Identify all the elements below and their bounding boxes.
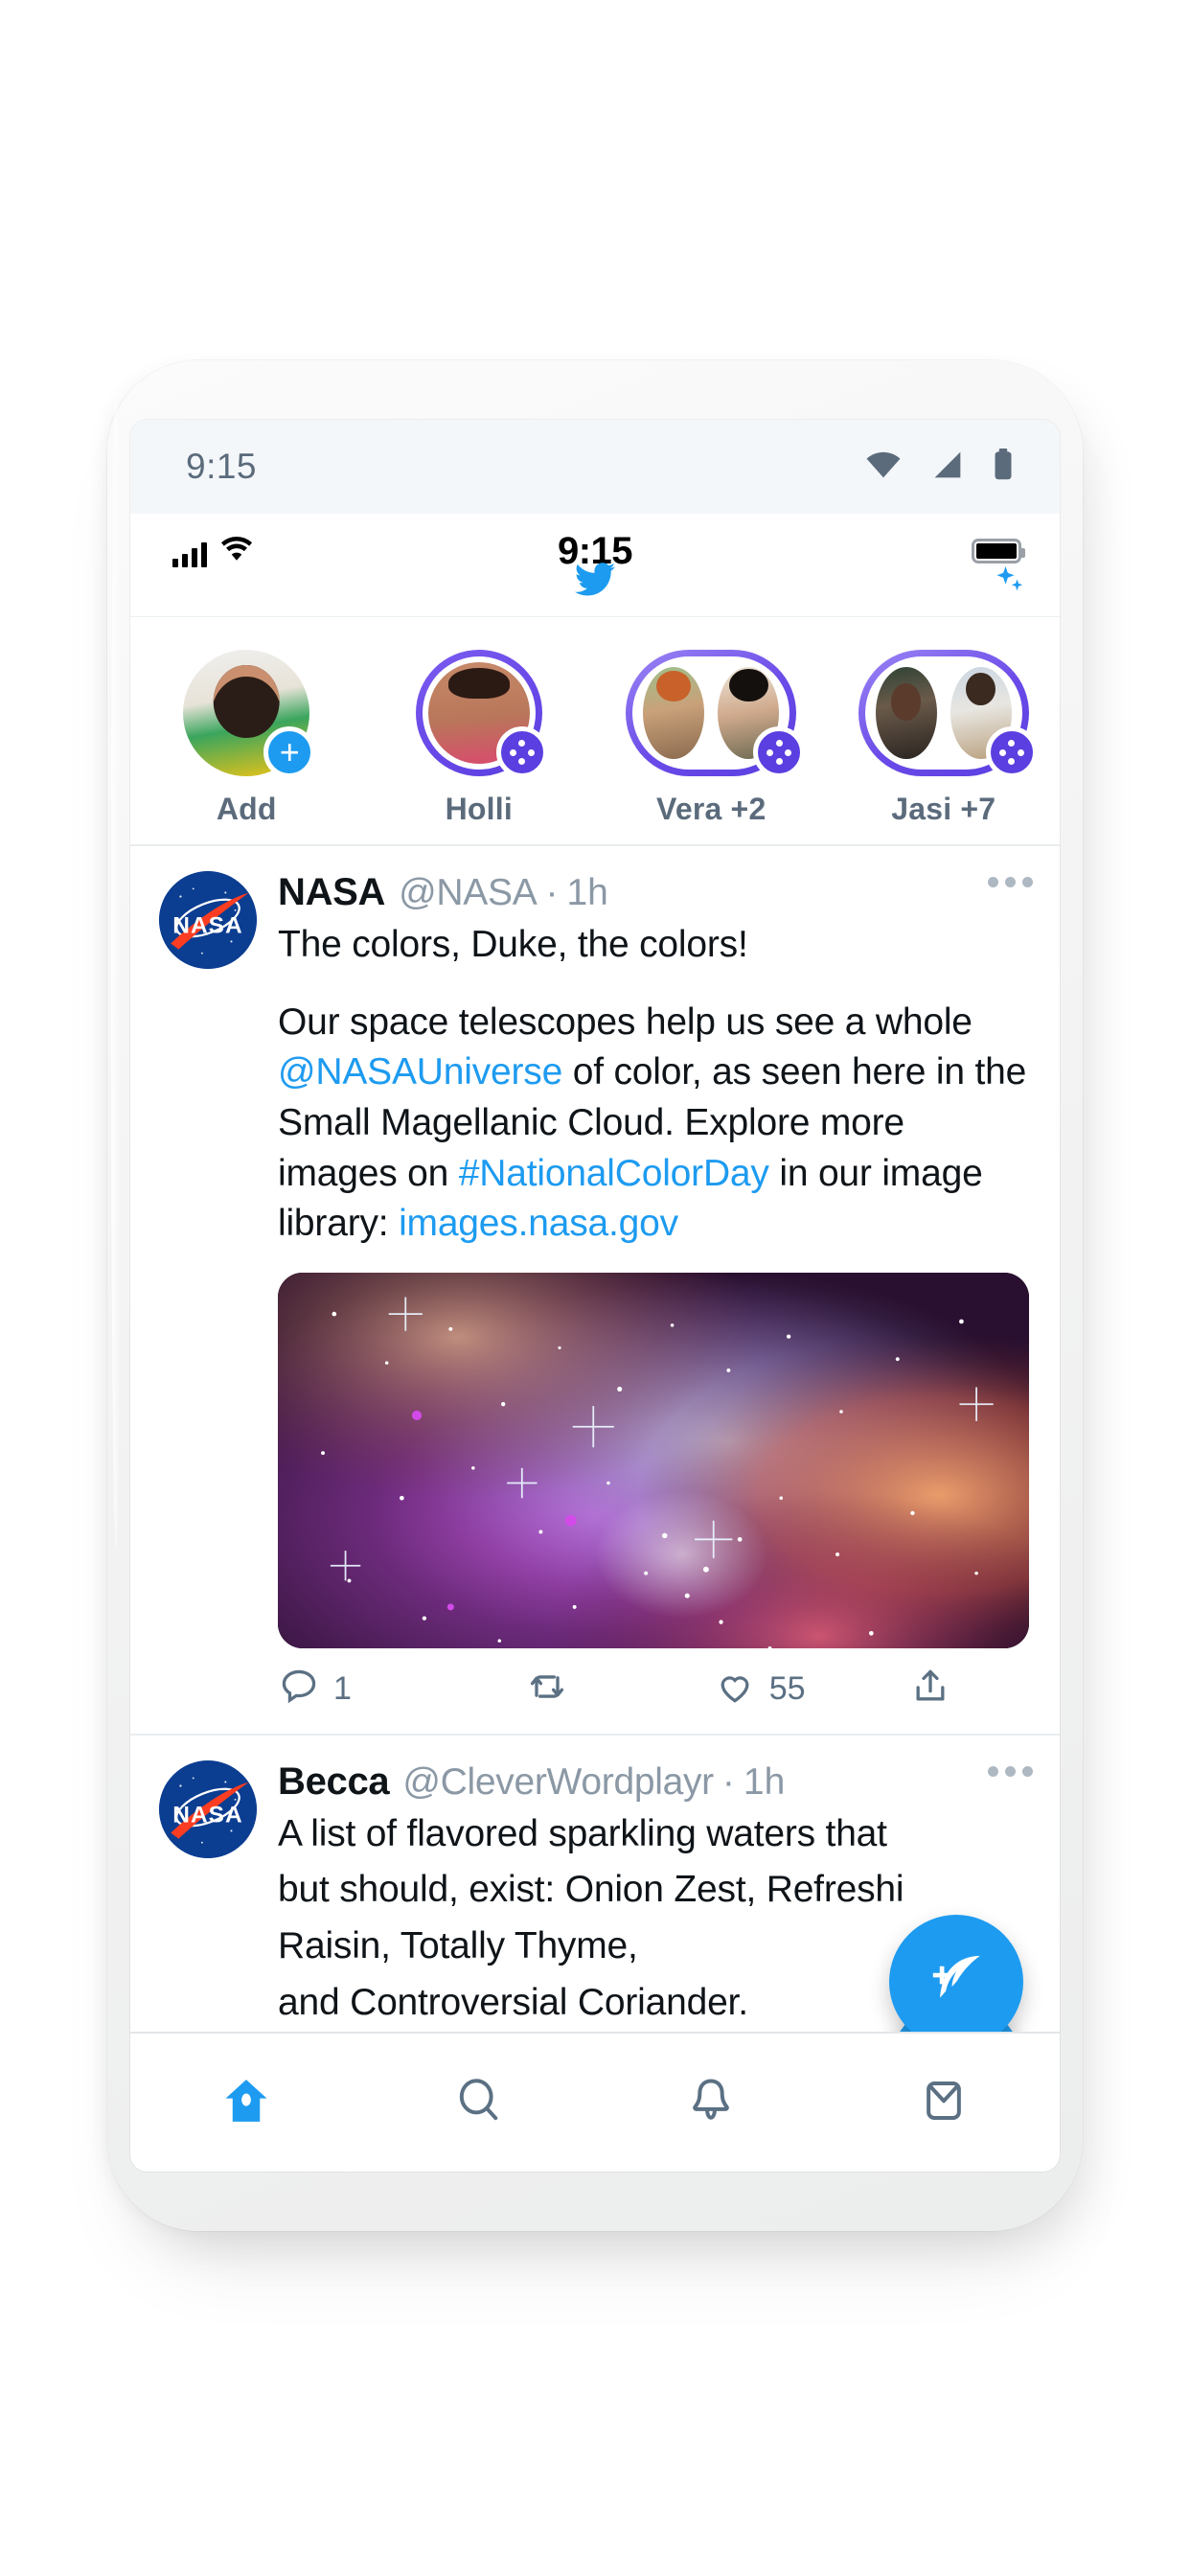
bottom-navigation[interactable] — [130, 2032, 1060, 2172]
fleet-avatar[interactable]: + — [183, 650, 309, 776]
cell-signal-icon — [931, 450, 964, 484]
ios-status-right — [972, 539, 1021, 564]
fleet-label: Vera +2 — [656, 792, 766, 827]
android-clock: 9:15 — [186, 447, 257, 487]
avatar — [638, 662, 709, 764]
tweet-line-1: A list of flavored sparkling waters that — [278, 1809, 1029, 1860]
plus-badge[interactable]: + — [263, 726, 315, 778]
tweet-author-handle[interactable]: @CleverWordplayr — [402, 1761, 714, 1804]
fleet-dots-badge[interactable] — [496, 726, 548, 778]
battery-icon — [972, 539, 1021, 564]
share-icon[interactable] — [909, 1666, 951, 1713]
fleet-item-holli[interactable]: Holli — [363, 650, 596, 827]
nav-item-messages[interactable] — [828, 2034, 1061, 2172]
svg-text:NASA: NASA — [172, 1802, 242, 1828]
tweet-separator: · — [545, 872, 558, 914]
reply-count: 1 — [333, 1670, 352, 1708]
fleet-dots-badge[interactable] — [753, 726, 805, 778]
hashtag-link[interactable]: #NationalColorDay — [459, 1153, 769, 1194]
wifi-icon — [864, 450, 903, 484]
bell-icon[interactable] — [684, 2074, 738, 2132]
fleet-label: Holli — [446, 792, 513, 827]
share-action[interactable] — [909, 1666, 1029, 1713]
tweet-header: Becca @CleverWordplayr · 1h — [278, 1760, 1029, 1804]
heart-icon[interactable] — [714, 1666, 756, 1713]
tweet-actions[interactable]: 1 — [278, 1666, 1029, 1734]
tweet-line-2: but should, exist: Onion Zest, Refreshi — [278, 1865, 1029, 1916]
fleet-label: Add — [217, 792, 277, 827]
url-link[interactable]: images.nasa.gov — [399, 1203, 678, 1244]
fleet-dots-badge[interactable] — [986, 726, 1038, 778]
tweet-text-part1: Our space telescopes help us see a whole — [278, 1001, 973, 1043]
reply-icon[interactable] — [278, 1666, 320, 1713]
twitter-bird-logo[interactable] — [573, 558, 617, 602]
tweet-author-handle[interactable]: @NASA — [399, 872, 537, 914]
retweet-action[interactable] — [526, 1666, 714, 1713]
nav-item-notifications[interactable] — [595, 2034, 828, 2172]
svg-text:NASA: NASA — [172, 912, 242, 938]
mail-icon[interactable] — [917, 2074, 971, 2132]
tweet-timestamp: 1h — [566, 872, 607, 914]
fleet-avatar[interactable] — [881, 650, 1007, 776]
home-icon[interactable] — [219, 2074, 273, 2132]
sparkle-icon[interactable] — [993, 564, 1027, 598]
tweet-paragraph: Our space telescopes help us see a whole… — [278, 998, 1029, 1250]
tweet-body: NASA @NASA · 1h The colors, Duke, the co… — [278, 871, 1029, 1734]
tweet-headline: The colors, Duke, the colors! — [278, 920, 1029, 971]
more-options-icon[interactable] — [988, 877, 1033, 887]
more-options-icon[interactable] — [988, 1766, 1033, 1777]
retweet-icon[interactable] — [526, 1666, 568, 1713]
fleet-item-vera[interactable]: Vera +2 — [595, 650, 828, 827]
tweet-separator: · — [722, 1761, 735, 1804]
fleets-row[interactable]: + Add Holli — [130, 617, 1060, 846]
tweet-header: NASA @NASA · 1h — [278, 871, 1029, 914]
timeline: NASA NASA @NASA · 1h The colors, Duke, t… — [130, 846, 1060, 2028]
tweet-timestamp: 1h — [744, 1761, 785, 1804]
nav-item-home[interactable] — [130, 2034, 363, 2172]
fleet-item-add[interactable]: + Add — [130, 650, 363, 827]
fleet-label: Jasi +7 — [891, 792, 995, 827]
app-header — [130, 588, 1060, 617]
phone-screen: 9:15 — [130, 420, 1060, 2172]
android-status-bar: 9:15 — [130, 420, 1060, 514]
avatar — [871, 662, 942, 764]
fleet-avatar[interactable] — [648, 650, 774, 776]
feather-plus-icon — [923, 1946, 990, 2018]
search-icon[interactable] — [452, 2074, 506, 2132]
like-action[interactable]: 55 — [714, 1666, 909, 1713]
reply-action[interactable]: 1 — [278, 1666, 526, 1713]
mention-link[interactable]: @NASAUniverse — [278, 1051, 562, 1092]
avatar[interactable]: NASA — [159, 871, 257, 969]
tweet-nasa[interactable]: NASA NASA @NASA · 1h The colors, Duke, t… — [130, 846, 1060, 1734]
android-system-icons — [864, 448, 1014, 486]
fleet-avatar[interactable] — [416, 650, 542, 776]
avatar[interactable]: NASA — [159, 1760, 257, 1858]
tweet-media-image[interactable] — [278, 1273, 1029, 1648]
nav-item-search[interactable] — [363, 2034, 596, 2172]
tweet-author-name[interactable]: NASA — [278, 871, 385, 914]
tweet-author-name[interactable]: Becca — [278, 1760, 389, 1804]
compose-tweet-fab[interactable] — [889, 1915, 1023, 2049]
battery-icon — [993, 448, 1014, 486]
fleet-item-jasi[interactable]: Jasi +7 — [828, 650, 1061, 827]
like-count: 55 — [769, 1670, 806, 1708]
